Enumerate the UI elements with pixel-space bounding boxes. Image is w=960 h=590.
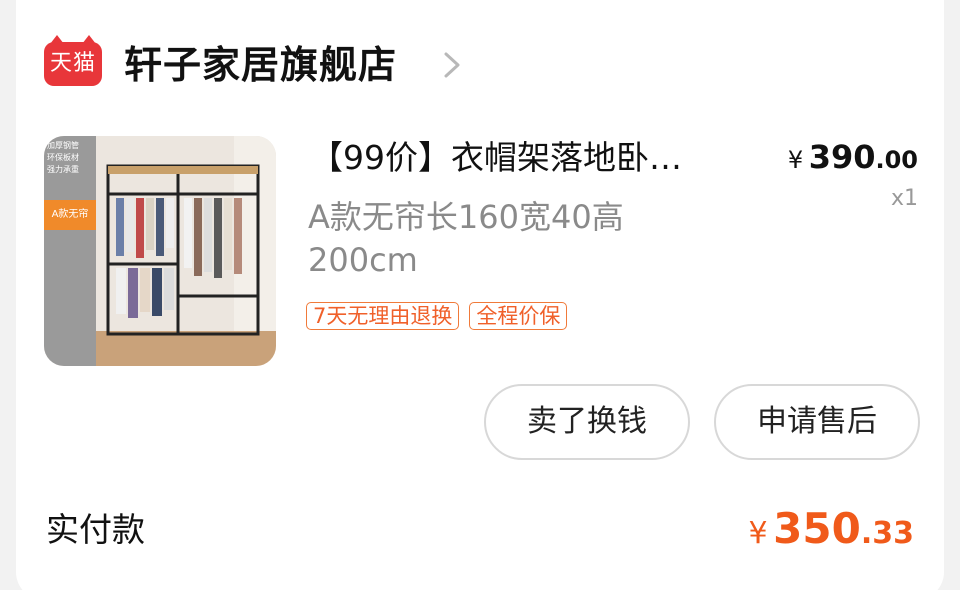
product-spec: A款无帘长160宽40高200cm bbox=[308, 198, 624, 279]
price-decimal: .00 bbox=[875, 146, 918, 174]
side-text: 加厚钢管 bbox=[47, 141, 79, 150]
service-badges: 7天无理由退换 全程价保 bbox=[306, 302, 568, 330]
sell-button[interactable]: 卖了换钱 bbox=[484, 384, 690, 460]
product-quantity: x1 bbox=[890, 186, 918, 211]
paid-currency: ¥ bbox=[748, 516, 768, 551]
store-name[interactable]: 轩子家居旗舰店 bbox=[124, 40, 397, 90]
paid-decimal: .33 bbox=[860, 516, 914, 551]
price-integer: 390 bbox=[808, 138, 876, 176]
product-title[interactable]: 【99价】衣帽架落地卧… bbox=[310, 134, 730, 182]
side-text: 强力承重 bbox=[47, 165, 79, 174]
return-badge: 7天无理由退换 bbox=[306, 302, 460, 330]
paid-integer: 350 bbox=[773, 504, 861, 553]
product-price: ¥ 390.00 bbox=[788, 138, 918, 176]
tmall-logo[interactable]: 天猫 bbox=[44, 35, 102, 86]
aftersale-button[interactable]: 申请售后 bbox=[714, 384, 920, 460]
product-image-side-banner: 加厚钢管 环保板材 强力承重 bbox=[44, 136, 96, 366]
paid-label: 实付款 bbox=[46, 510, 145, 549]
chevron-right-icon[interactable] bbox=[440, 50, 464, 80]
paid-amount: ¥ 350.33 bbox=[749, 504, 915, 553]
side-text: 环保板材 bbox=[47, 153, 79, 162]
price-protect-badge: 全程价保 bbox=[469, 302, 568, 330]
price-currency: ¥ bbox=[787, 146, 804, 174]
product-image-tag: A款无帘 bbox=[44, 200, 96, 230]
product-image[interactable]: 加厚钢管 环保板材 强力承重 A款无帘 bbox=[44, 136, 276, 366]
